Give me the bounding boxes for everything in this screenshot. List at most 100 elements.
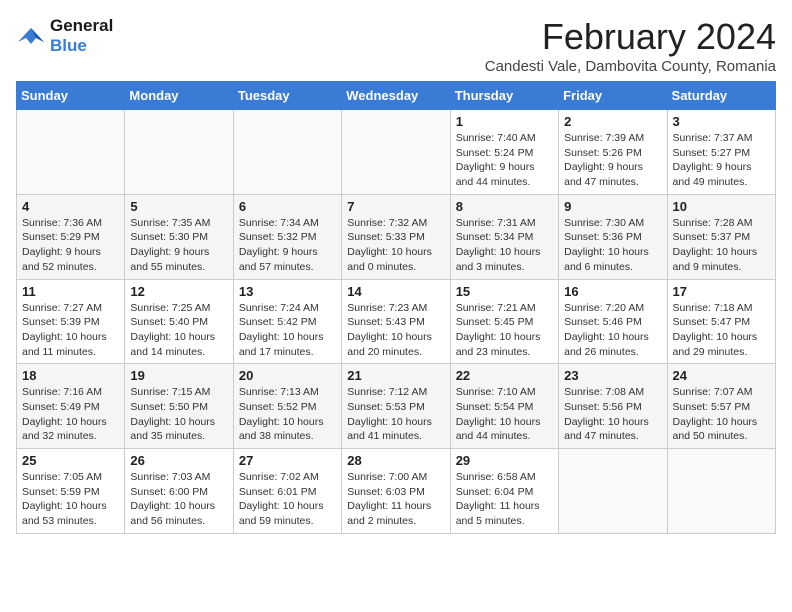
calendar-week-row: 25 Sunrise: 7:05 AM Sunset: 5:59 PM Dayli…	[17, 449, 776, 534]
table-row: 28Sunrise: 7:00 AM Sunset: 6:03 PM Dayli…	[342, 449, 450, 534]
table-row: 7 Sunrise: 7:32 AM Sunset: 5:33 PM Daylig…	[342, 194, 450, 279]
table-row	[125, 110, 233, 195]
table-row: 5 Sunrise: 7:35 AM Sunset: 5:30 PM Daylig…	[125, 194, 233, 279]
month-title: February 2024	[485, 16, 776, 58]
day-number: 12	[130, 284, 227, 299]
location-subtitle: Candesti Vale, Dambovita County, Romania	[485, 58, 776, 75]
table-row: 6 Sunrise: 7:34 AM Sunset: 5:32 PM Daylig…	[233, 194, 341, 279]
calendar-week-row: 11 Sunrise: 7:27 AM Sunset: 5:39 PM Dayli…	[17, 279, 776, 364]
table-row: 11 Sunrise: 7:27 AM Sunset: 5:39 PM Dayli…	[17, 279, 125, 364]
col-sunday: Sunday	[17, 82, 125, 110]
table-row: 18Sunrise: 7:16 AM Sunset: 5:49 PM Dayli…	[17, 364, 125, 449]
day-info: Sunrise: 7:25 AM Sunset: 5:40 PM Dayligh…	[130, 301, 227, 360]
table-row: 14Sunrise: 7:23 AM Sunset: 5:43 PM Dayli…	[342, 279, 450, 364]
table-row: 9 Sunrise: 7:30 AM Sunset: 5:36 PM Daylig…	[559, 194, 667, 279]
col-wednesday: Wednesday	[342, 82, 450, 110]
day-number: 8	[456, 199, 553, 214]
table-row	[233, 110, 341, 195]
table-row	[342, 110, 450, 195]
day-number: 28	[347, 453, 444, 468]
table-row: 20 Sunrise: 7:13 AM Sunset: 5:52 PM Dayli…	[233, 364, 341, 449]
table-row: 10Sunrise: 7:28 AM Sunset: 5:37 PM Dayli…	[667, 194, 775, 279]
day-info: Sunrise: 7:20 AM Sunset: 5:46 PM Dayligh…	[564, 301, 661, 360]
day-info: Sunrise: 7:12 AM Sunset: 5:53 PM Dayligh…	[347, 385, 444, 444]
day-number: 18	[22, 368, 119, 383]
logo-text: General Blue	[50, 16, 113, 55]
day-number: 3	[673, 114, 770, 129]
day-info: Sunrise: 7:10 AM Sunset: 5:54 PM Dayligh…	[456, 385, 553, 444]
col-friday: Friday	[559, 82, 667, 110]
table-row: 17 Sunrise: 7:18 AM Sunset: 5:47 PM Dayli…	[667, 279, 775, 364]
day-number: 17	[673, 284, 770, 299]
day-info: Sunrise: 7:31 AM Sunset: 5:34 PM Dayligh…	[456, 216, 553, 275]
table-row: 19Sunrise: 7:15 AM Sunset: 5:50 PM Dayli…	[125, 364, 233, 449]
day-info: Sunrise: 7:34 AM Sunset: 5:32 PM Dayligh…	[239, 216, 336, 275]
calendar-week-row: 4 Sunrise: 7:36 AM Sunset: 5:29 PM Daylig…	[17, 194, 776, 279]
day-info: Sunrise: 7:02 AM Sunset: 6:01 PM Dayligh…	[239, 470, 336, 529]
day-number: 26	[130, 453, 227, 468]
logo-icon	[16, 24, 46, 48]
day-number: 24	[673, 368, 770, 383]
day-info: Sunrise: 7:40 AM Sunset: 5:24 PM Dayligh…	[456, 131, 553, 190]
day-info: Sunrise: 7:39 AM Sunset: 5:26 PM Dayligh…	[564, 131, 661, 190]
table-row: 26 Sunrise: 7:03 AM Sunset: 6:00 PM Dayli…	[125, 449, 233, 534]
day-number: 13	[239, 284, 336, 299]
day-number: 11	[22, 284, 119, 299]
day-info: Sunrise: 7:03 AM Sunset: 6:00 PM Dayligh…	[130, 470, 227, 529]
table-row: 2 Sunrise: 7:39 AM Sunset: 5:26 PM Daylig…	[559, 110, 667, 195]
day-info: Sunrise: 7:05 AM Sunset: 5:59 PM Dayligh…	[22, 470, 119, 529]
table-row: 24 Sunrise: 7:07 AM Sunset: 5:57 PM Dayli…	[667, 364, 775, 449]
table-row: 8 Sunrise: 7:31 AM Sunset: 5:34 PM Daylig…	[450, 194, 558, 279]
col-saturday: Saturday	[667, 82, 775, 110]
table-row: 3Sunrise: 7:37 AM Sunset: 5:27 PM Daylig…	[667, 110, 775, 195]
table-row: 21 Sunrise: 7:12 AM Sunset: 5:53 PM Dayli…	[342, 364, 450, 449]
day-number: 7	[347, 199, 444, 214]
col-thursday: Thursday	[450, 82, 558, 110]
table-row	[667, 449, 775, 534]
calendar-table: Sunday Monday Tuesday Wednesday Thursday…	[16, 81, 776, 534]
table-row: 22Sunrise: 7:10 AM Sunset: 5:54 PM Dayli…	[450, 364, 558, 449]
day-info: Sunrise: 7:30 AM Sunset: 5:36 PM Dayligh…	[564, 216, 661, 275]
col-tuesday: Tuesday	[233, 82, 341, 110]
day-number: 1	[456, 114, 553, 129]
table-row: 16 Sunrise: 7:20 AM Sunset: 5:46 PM Dayli…	[559, 279, 667, 364]
day-number: 21	[347, 368, 444, 383]
day-number: 6	[239, 199, 336, 214]
day-number: 16	[564, 284, 661, 299]
day-number: 27	[239, 453, 336, 468]
day-info: Sunrise: 7:08 AM Sunset: 5:56 PM Dayligh…	[564, 385, 661, 444]
day-number: 4	[22, 199, 119, 214]
day-info: Sunrise: 6:58 AM Sunset: 6:04 PM Dayligh…	[456, 470, 553, 529]
calendar-week-row: 18Sunrise: 7:16 AM Sunset: 5:49 PM Dayli…	[17, 364, 776, 449]
day-number: 15	[456, 284, 553, 299]
day-number: 5	[130, 199, 227, 214]
day-number: 23	[564, 368, 661, 383]
day-info: Sunrise: 7:18 AM Sunset: 5:47 PM Dayligh…	[673, 301, 770, 360]
table-row: 15 Sunrise: 7:21 AM Sunset: 5:45 PM Dayli…	[450, 279, 558, 364]
day-number: 25	[22, 453, 119, 468]
day-info: Sunrise: 7:21 AM Sunset: 5:45 PM Dayligh…	[456, 301, 553, 360]
table-row: 4 Sunrise: 7:36 AM Sunset: 5:29 PM Daylig…	[17, 194, 125, 279]
day-number: 9	[564, 199, 661, 214]
calendar-week-row: 1 Sunrise: 7:40 AM Sunset: 5:24 PM Daylig…	[17, 110, 776, 195]
day-number: 14	[347, 284, 444, 299]
calendar-header-row: Sunday Monday Tuesday Wednesday Thursday…	[17, 82, 776, 110]
table-row	[559, 449, 667, 534]
day-info: Sunrise: 7:35 AM Sunset: 5:30 PM Dayligh…	[130, 216, 227, 275]
table-row: 1 Sunrise: 7:40 AM Sunset: 5:24 PM Daylig…	[450, 110, 558, 195]
day-info: Sunrise: 7:27 AM Sunset: 5:39 PM Dayligh…	[22, 301, 119, 360]
table-row	[17, 110, 125, 195]
day-info: Sunrise: 7:07 AM Sunset: 5:57 PM Dayligh…	[673, 385, 770, 444]
table-row: 12 Sunrise: 7:25 AM Sunset: 5:40 PM Dayli…	[125, 279, 233, 364]
day-info: Sunrise: 7:32 AM Sunset: 5:33 PM Dayligh…	[347, 216, 444, 275]
table-row: 27 Sunrise: 7:02 AM Sunset: 6:01 PM Dayli…	[233, 449, 341, 534]
table-row: 13Sunrise: 7:24 AM Sunset: 5:42 PM Dayli…	[233, 279, 341, 364]
page-header: General Blue February 2024 Candesti Vale…	[16, 16, 776, 75]
day-number: 20	[239, 368, 336, 383]
day-number: 2	[564, 114, 661, 129]
day-info: Sunrise: 7:36 AM Sunset: 5:29 PM Dayligh…	[22, 216, 119, 275]
logo: General Blue	[16, 16, 113, 55]
table-row: 25 Sunrise: 7:05 AM Sunset: 5:59 PM Dayli…	[17, 449, 125, 534]
day-info: Sunrise: 7:13 AM Sunset: 5:52 PM Dayligh…	[239, 385, 336, 444]
day-number: 29	[456, 453, 553, 468]
